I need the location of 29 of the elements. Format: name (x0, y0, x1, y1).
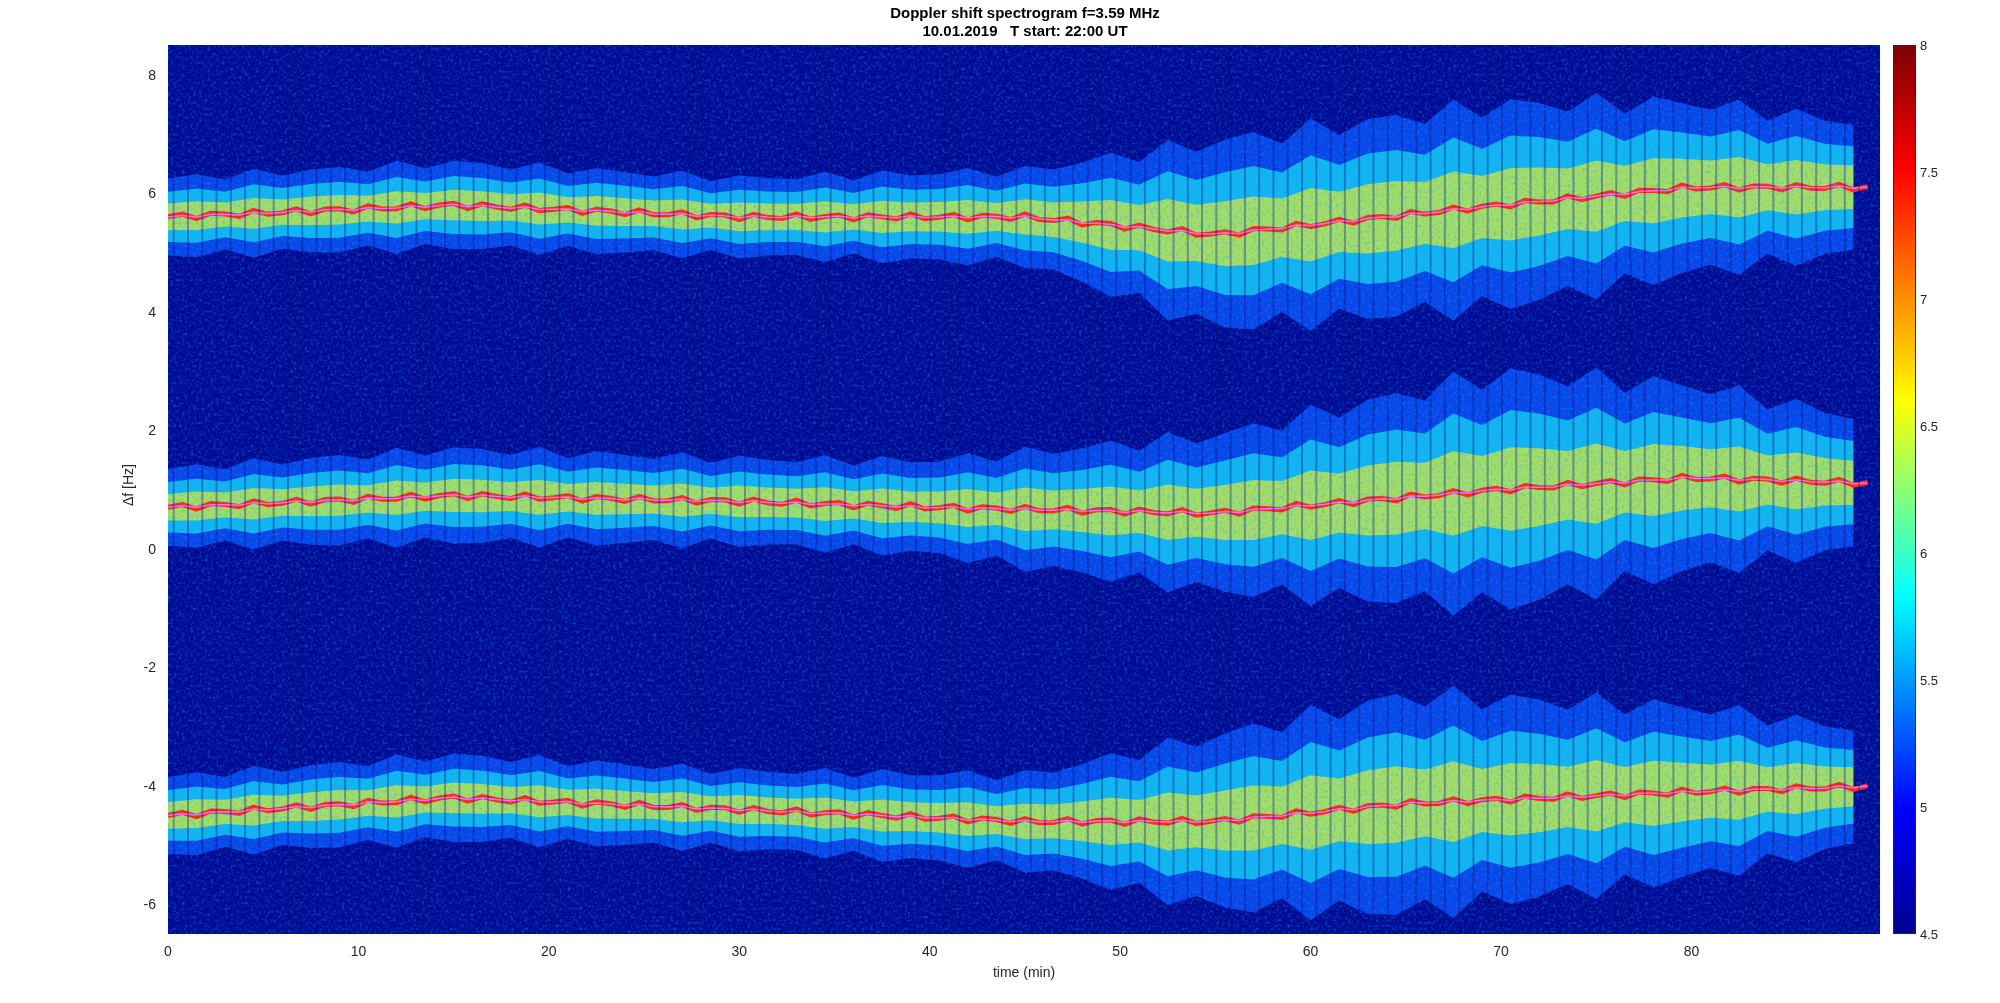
y-tick-label: 0 (148, 540, 156, 557)
colorbar-tick-label: 7 (1920, 291, 1928, 307)
colorbar-tick-label: 5 (1920, 799, 1928, 815)
colorbar-tick-label: 7.5 (1920, 164, 1939, 180)
x-tick-label: 30 (731, 943, 748, 959)
chart-title: Doppler shift spectrogram f=3.59 MHz (890, 4, 1160, 22)
x-tick-label: 0 (164, 943, 172, 959)
chart-subtitle: 10.01.2019 T start: 22:00 UT (922, 22, 1128, 40)
colorbar-tick-label: 6.5 (1920, 418, 1939, 434)
y-tick-label: 8 (148, 66, 156, 83)
y-tick-label: -6 (143, 896, 156, 913)
colorbar-tick-label: 5.5 (1920, 672, 1939, 688)
y-tick-label: -4 (143, 777, 156, 794)
y-tick-label: 4 (148, 303, 156, 320)
x-axis-label: time (min) (992, 964, 1056, 980)
x-tick-label: 70 (1493, 943, 1509, 959)
x-tick-label: 80 (1683, 943, 1700, 959)
y-tick-label: 2 (148, 422, 156, 439)
y-axis-label: Δf [Hz] (120, 464, 136, 506)
x-tick-label: 40 (921, 943, 938, 959)
x-tick-label: 50 (1112, 943, 1128, 959)
y-tick-label: 6 (148, 185, 156, 202)
y-tick-label: -2 (143, 659, 156, 676)
colorbar-tick-label: 6 (1920, 545, 1928, 561)
x-tick-label: 10 (350, 943, 367, 959)
colorbar-tick-label: 8 (1920, 37, 1928, 53)
x-tick-label: 60 (1302, 943, 1319, 959)
x-tick-label: 20 (541, 943, 557, 959)
colorbar-tick-label: 4.5 (1920, 926, 1939, 942)
